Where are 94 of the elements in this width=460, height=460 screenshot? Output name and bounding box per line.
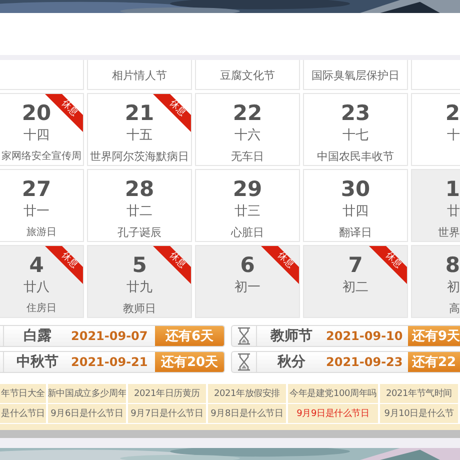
- scrollbar[interactable]: [0, 430, 460, 438]
- day-cell[interactable]: 29 廿三 心脏日: [195, 169, 300, 242]
- link[interactable]: 9月10日是什么节: [380, 404, 460, 424]
- link[interactable]: 2021年节气时间: [380, 384, 460, 404]
- festival-name: 心脏日: [231, 225, 264, 241]
- holiday-name: 白露: [22, 327, 52, 345]
- link[interactable]: 9月7日是什么节日: [128, 404, 208, 424]
- festival-name: 翻译日: [339, 225, 372, 241]
- lunar-date: 廿九: [126, 279, 152, 297]
- lunar-date: 廿: [447, 203, 460, 221]
- days-left-badge: 还有22: [408, 352, 460, 372]
- link[interactable]: 是什么节日: [0, 404, 48, 424]
- day-number: 5: [132, 252, 147, 278]
- lunar-date: 廿二: [126, 203, 152, 221]
- holiday-name: 教师节: [269, 327, 314, 345]
- holiday-date: 2021-09-10: [326, 329, 404, 343]
- day-number: 6: [240, 252, 255, 278]
- day-number: 8: [445, 252, 460, 278]
- holiday-date: 2021-09-07: [71, 329, 149, 343]
- holiday-name: 中秋节: [16, 353, 60, 371]
- day-cell[interactable]: [411, 60, 460, 90]
- hourglass-icon: [238, 353, 250, 371]
- lunar-date: 廿一: [24, 203, 50, 221]
- day-cell[interactable]: 6 初一 休息: [195, 245, 300, 318]
- day-number: 22: [232, 100, 262, 126]
- festival-name: 中国农民丰收节: [317, 149, 394, 165]
- rest-ribbon: 休息: [261, 246, 299, 284]
- link[interactable]: 2021年日历黄历: [128, 384, 208, 404]
- festival-name: 世界阿尔茨海默病日: [90, 149, 189, 165]
- link[interactable]: 9月8日是什么节日: [208, 404, 288, 424]
- day-cell[interactable]: [0, 60, 84, 90]
- festival-name: 高: [449, 301, 460, 317]
- day-cell[interactable]: 4 廿八 住房日 休息: [0, 245, 84, 318]
- day-cell[interactable]: 5 廿九 教师日 休息: [87, 245, 192, 318]
- festival-name: 国际臭氧层保护日: [312, 68, 400, 84]
- holiday-date: 2021-09-21: [71, 355, 149, 369]
- day-number: 23: [340, 100, 370, 126]
- day-number: 7: [348, 252, 363, 278]
- day-cell[interactable]: 23 十七 中国农民丰收节: [303, 93, 408, 166]
- lunar-date: 初: [447, 279, 460, 297]
- lunar-date: 十七: [342, 127, 368, 145]
- lunar-date: 廿三: [234, 203, 260, 221]
- day-number: 21: [124, 100, 154, 126]
- days-left-badge: 还有9天: [408, 326, 460, 346]
- rest-ribbon: 休息: [45, 246, 83, 284]
- day-number: 4: [29, 252, 44, 278]
- day-cell[interactable]: 1 廿 世界: [411, 169, 460, 242]
- link[interactable]: 2021年放假安排: [208, 384, 288, 404]
- festival-name: 旅游日: [26, 226, 56, 240]
- link[interactable]: 9月6日是什么节日: [48, 404, 128, 424]
- festival-name: 孔子诞辰: [118, 225, 162, 241]
- link[interactable]: 今年是建党100周年吗: [288, 384, 380, 404]
- lunar-date: 十六: [234, 127, 260, 145]
- day-cell[interactable]: 28 廿二 孔子诞辰: [87, 169, 192, 242]
- day-number: 1: [445, 176, 460, 202]
- day-cell[interactable]: 21 十五 世界阿尔茨海默病日 休息: [87, 93, 192, 166]
- festival-name: 相片情人节: [112, 68, 167, 84]
- holiday-date: 2021-09-23: [326, 355, 404, 369]
- day-number: 28: [124, 176, 154, 202]
- day-cell[interactable]: 27 廿一 旅游日: [0, 169, 84, 242]
- holiday-name: 秋分: [276, 353, 306, 371]
- festival-name: 住房日: [26, 302, 56, 316]
- day-cell[interactable]: 22 十六 无车日: [195, 93, 300, 166]
- day-number: 27: [22, 176, 52, 202]
- day-cell[interactable]: 豆腐文化节: [195, 60, 300, 90]
- festival-name: 世界: [438, 225, 460, 241]
- day-cell[interactable]: 20 十四 家网络安全宣传周 休息: [0, 93, 84, 166]
- festival-name: 教师日: [123, 301, 156, 317]
- lunar-date: 初二: [342, 279, 368, 297]
- lunar-date: 初一: [234, 279, 260, 297]
- rest-ribbon: 休息: [153, 94, 191, 132]
- day-cell[interactable]: 2 十: [411, 93, 460, 166]
- link[interactable]: 9月9日是什么节日: [288, 404, 380, 424]
- festival-name: 无车日: [231, 149, 264, 165]
- hourglass-icon: [238, 327, 250, 345]
- day-number: 30: [340, 176, 370, 202]
- day-number: 29: [232, 176, 262, 202]
- link[interactable]: 年节日大全: [0, 384, 48, 404]
- rest-ribbon: 休息: [369, 246, 407, 284]
- day-cell[interactable]: 相片情人节: [87, 60, 192, 90]
- festival-name: 家网络安全宣传周: [2, 150, 82, 164]
- lunar-date: 十: [447, 127, 460, 145]
- day-number: 2: [445, 100, 460, 126]
- lunar-date: 廿四: [342, 203, 368, 221]
- days-left-badge: 还有6天: [155, 326, 224, 346]
- day-cell[interactable]: 8 初 高: [411, 245, 460, 318]
- days-left-badge: 还有20天: [155, 352, 224, 372]
- day-cell[interactable]: 30 廿四 翻译日: [303, 169, 408, 242]
- day-cell[interactable]: 国际臭氧层保护日: [303, 60, 408, 90]
- link[interactable]: 新中国成立多少周年: [48, 384, 128, 404]
- festival-name: 豆腐文化节: [220, 68, 275, 84]
- rest-ribbon: 休息: [153, 246, 191, 284]
- day-cell[interactable]: 7 初二 休息: [303, 245, 408, 318]
- lunar-date: 十五: [126, 127, 152, 145]
